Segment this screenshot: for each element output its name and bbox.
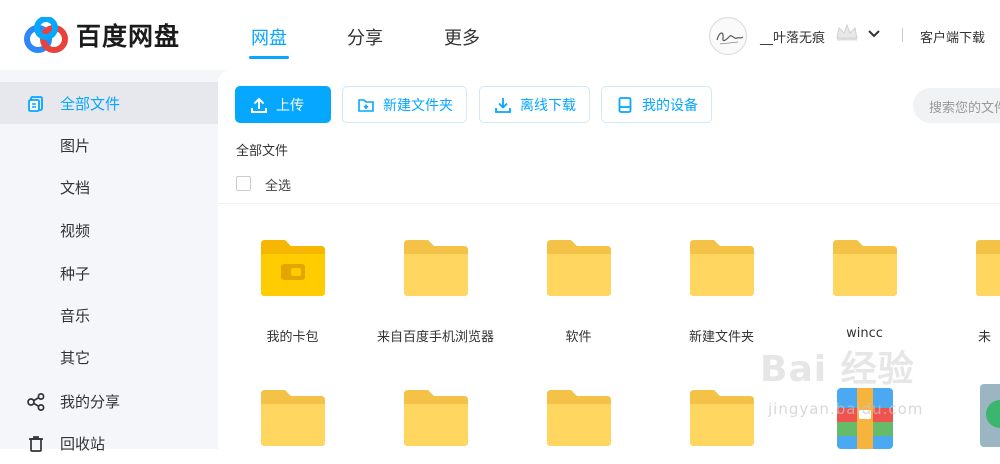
sidebar-item-label: 文档 — [60, 179, 91, 197]
folder-icon — [833, 240, 897, 296]
folder-icon — [976, 240, 1000, 296]
signature-avatar-icon — [716, 32, 744, 45]
sidebar-item-label: 音乐 — [60, 307, 91, 325]
device-icon — [618, 96, 632, 113]
folder-icon — [690, 240, 754, 296]
divider — [902, 28, 903, 42]
files-icon — [28, 96, 43, 112]
upload-button[interactable]: 上传 — [235, 86, 331, 123]
select-all-checkbox[interactable] — [236, 176, 251, 191]
sidebar-item-torrents[interactable]: 种子 — [0, 252, 218, 294]
sidebar-item-label: 我的分享 — [60, 393, 121, 411]
download-icon — [495, 97, 511, 113]
chevron-down-icon[interactable] — [867, 27, 881, 41]
top-bar: 百度网盘 网盘 分享 更多 __叶落无痕 客户端下载 — [0, 0, 1000, 70]
divider — [218, 203, 1000, 204]
sidebar-item-my-shares[interactable]: 我的分享 — [0, 380, 218, 422]
logo[interactable]: 百度网盘 — [22, 17, 180, 53]
tab-share[interactable]: 分享 — [347, 24, 383, 50]
my-devices-label: 我的设备 — [642, 97, 698, 114]
active-tab-indicator — [249, 56, 289, 59]
file-name: 我的卡包 — [266, 330, 319, 345]
sidebar-item-other[interactable]: 其它 — [0, 336, 218, 378]
file-item[interactable]: 我的卡包 — [221, 240, 364, 360]
baidu-netdisk-logo-icon — [24, 17, 68, 53]
file-name: 来自百度手机浏览器 — [376, 330, 494, 345]
new-folder-label: 新建文件夹 — [383, 97, 453, 114]
avatar[interactable] — [709, 17, 747, 55]
sidebar-item-all-files[interactable]: 全部文件 — [0, 82, 218, 124]
select-all-label[interactable]: 全选 — [265, 175, 291, 194]
watermark-url: jingyan.baidu.com — [768, 400, 924, 418]
file-name: 软件 — [565, 330, 592, 345]
sidebar-item-label: 回收站 — [60, 435, 106, 453]
upload-icon — [251, 97, 267, 113]
folder-icon[interactable] — [404, 390, 468, 446]
offline-download-button[interactable]: 离线下载 — [479, 86, 590, 123]
folder-icon[interactable] — [690, 390, 754, 446]
sidebar-item-label: 视频 — [60, 222, 91, 240]
installer-file-icon[interactable] — [980, 382, 1000, 449]
new-folder-icon — [358, 98, 374, 112]
sidebar-item-videos[interactable]: 视频 — [0, 209, 218, 251]
share-icon — [27, 393, 45, 411]
tab-more[interactable]: 更多 — [444, 24, 480, 50]
wallet-folder-icon — [261, 240, 325, 296]
breadcrumb[interactable]: 全部文件 — [236, 140, 288, 159]
sidebar: 全部文件 图片 文档 视频 种子 音乐 其它 我的分享 回收站 — [0, 70, 218, 453]
sidebar-item-images[interactable]: 图片 — [0, 124, 218, 166]
file-item[interactable]: 来自百度手机浏览器 — [364, 240, 507, 360]
upload-label: 上传 — [276, 97, 304, 114]
folder-icon[interactable] — [547, 390, 611, 446]
client-download-link[interactable]: 客户端下载 — [920, 27, 985, 46]
folder-icon[interactable] — [261, 390, 325, 446]
brand-name: 百度网盘 — [76, 22, 181, 51]
my-devices-button[interactable]: 我的设备 — [601, 86, 712, 123]
file-item[interactable]: 软件 — [507, 240, 650, 360]
sidebar-item-label: 图片 — [60, 137, 91, 155]
sidebar-item-recycle-bin[interactable]: 回收站 — [0, 422, 218, 464]
main-panel: 上传 新建文件夹 离线下载 我的设备 搜索您的文件 全部文件 全选 我的卡包 来… — [218, 70, 1000, 449]
file-item[interactable]: 未 — [936, 240, 1000, 360]
trash-icon — [29, 436, 43, 452]
new-folder-button[interactable]: 新建文件夹 — [342, 86, 467, 123]
watermark-logo: Bai 经验 — [760, 349, 915, 390]
folder-icon — [404, 240, 468, 296]
tab-netdisk[interactable]: 网盘 — [251, 24, 287, 50]
sidebar-item-label: 其它 — [60, 349, 91, 367]
offline-download-label: 离线下载 — [520, 97, 576, 114]
file-name: wincc — [846, 326, 883, 341]
folder-icon — [547, 240, 611, 296]
vip-crown-icon[interactable] — [834, 22, 860, 42]
sidebar-item-label: 全部文件 — [60, 95, 121, 113]
sidebar-item-documents[interactable]: 文档 — [0, 166, 218, 208]
file-name: 未 — [978, 330, 992, 345]
sidebar-item-music[interactable]: 音乐 — [0, 294, 218, 336]
username[interactable]: __叶落无痕 — [760, 27, 825, 46]
sidebar-item-label: 种子 — [60, 265, 91, 283]
search-input[interactable]: 搜索您的文件 — [913, 88, 1000, 123]
